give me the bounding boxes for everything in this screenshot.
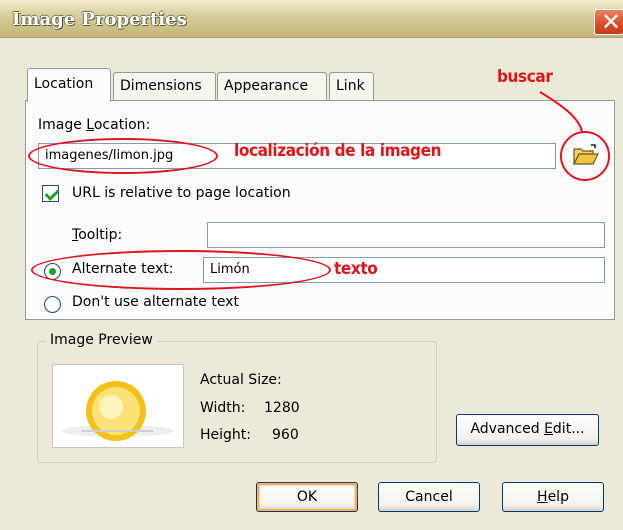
tooltip-label: Tooltip: (72, 227, 123, 243)
tooltip-input[interactable] (207, 222, 605, 248)
width-label: Width: (200, 400, 246, 416)
tab-appearance[interactable]: Appearance (217, 72, 327, 100)
height-value: 960 (272, 427, 299, 443)
annotation-texto: texto (334, 259, 378, 279)
ok-button[interactable]: OK (256, 482, 358, 512)
title-bar: Image Properties ✕ (0, 0, 623, 38)
cancel-button[interactable]: Cancel (378, 482, 480, 512)
window-title: Image Properties (12, 9, 187, 30)
close-button[interactable]: ✕ (594, 8, 623, 36)
image-preview-legend: Image Preview (46, 332, 157, 348)
no-alternate-text-radio[interactable] (44, 296, 61, 313)
help-button[interactable]: Help (502, 482, 604, 512)
image-location-label: Image Location: (38, 117, 151, 133)
annotation-alt-text-ellipse (31, 250, 331, 290)
tab-dimensions[interactable]: Dimensions (113, 72, 216, 100)
image-preview-thumbnail (52, 364, 184, 448)
advanced-edit-button[interactable]: Advanced Edit... (456, 414, 599, 446)
actual-size-label: Actual Size: (200, 372, 282, 388)
annotation-localizacion: localización de la imagen (234, 141, 442, 161)
lemon-image (53, 365, 183, 447)
annotation-location-ellipse (28, 138, 218, 174)
close-icon: ✕ (601, 8, 622, 36)
tab-link[interactable]: Link (329, 72, 374, 100)
annotation-buscar: buscar (497, 67, 553, 87)
no-alternate-text-label: Don't use alternate text (72, 294, 239, 310)
height-label: Height: (200, 427, 251, 443)
url-relative-label: URL is relative to page location (72, 185, 291, 201)
url-relative-checkbox[interactable] (42, 185, 59, 202)
width-value: 1280 (264, 400, 300, 416)
tab-location[interactable]: Location (27, 68, 111, 102)
annotation-browse-circle (560, 131, 610, 181)
